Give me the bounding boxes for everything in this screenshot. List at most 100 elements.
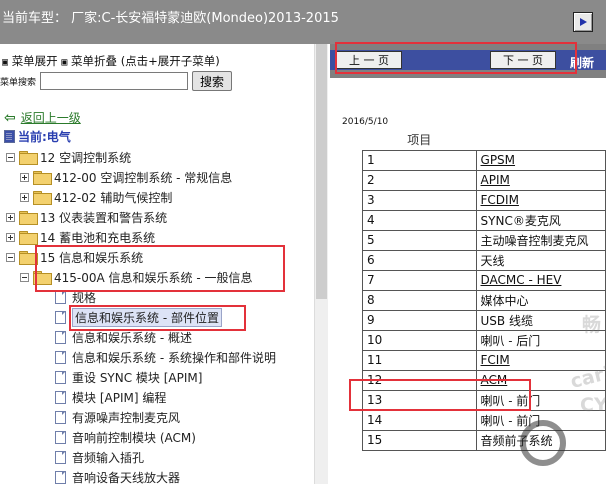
tree-item-overview[interactable]: 信息和娱乐系统 - 概述 [55,327,192,347]
next-page-button[interactable]: 下 一 页 [490,51,556,69]
folder-icon [19,231,38,245]
expand-icon[interactable] [6,232,15,242]
document-icon [55,450,66,464]
component-table: 项目 1 GPSM 2 APIM 3 FCDIM 4 SYNC®麦克风 5 主动噪音控制麦… [362,130,606,451]
search-button[interactable]: 搜索 [192,71,233,91]
table-row: 13 喇叭 - 前门 [362,389,606,411]
row-number: 11 [362,349,477,371]
document-icon [55,410,66,424]
row-number: 6 [362,249,477,271]
tree-item-antenna-amp[interactable]: 音响设备天线放大器 [55,467,180,484]
tree-item-label: 15 信息和娱乐系统 [40,250,144,265]
document-icon [55,350,66,364]
component-link[interactable]: GPSM [475,149,606,171]
table-row: 15 音频前子系统 [362,429,606,451]
menu-search-input[interactable] [40,72,189,90]
expand-icon[interactable] [20,172,29,182]
collapse-icon[interactable] [6,152,15,162]
tree-item-415-00A[interactable]: 415-00A 信息和娱乐系统 - 一般信息 [20,267,253,287]
menu-expand-link[interactable]: 菜单展开 [12,54,58,68]
folder-icon [33,171,52,185]
tree-item-reset-sync[interactable]: 重设 SYNC 模块 [APIM] [55,367,202,387]
left-pane-scrollbar[interactable] [314,44,328,484]
tree-item-anc-microphone[interactable]: 有源噪声控制麦克风 [55,407,180,427]
tree-item-label: 415-00A 信息和娱乐系统 - 一般信息 [54,270,253,285]
tree-item-label[interactable]: 重设 SYNC 模块 [APIM] [72,369,202,386]
tree-item-component-location[interactable]: 信息和娱乐系统 - 部件位置 [55,307,222,327]
tree-item-apim-programming[interactable]: 模块 [APIM] 编程 [55,387,166,407]
watermark-text: CY [580,394,606,416]
watermark-text: 畅 [582,314,602,336]
collapse-box-icon: ▣ [61,57,68,68]
scrollbar-thumb[interactable] [316,44,327,299]
left-nav-pane: ▣ 菜单展开 ▣ 菜单折叠 (点击+展开子菜单) 菜单搜索 搜索 ⇦ 返回上一级… [0,44,314,484]
component-name: SYNC®麦克风 [475,209,606,231]
tree-item-412-02[interactable]: 412-02 辅助气候控制 [20,187,172,207]
current-category: 当前:电气 [4,128,71,145]
row-number: 14 [362,409,477,431]
row-number: 4 [362,209,477,231]
tree-item-acm[interactable]: 音响前控制模块 (ACM) [55,427,196,447]
table-row: 9 USB 线缆 [362,309,606,331]
tree-item-14-battery[interactable]: 14 蓄电池和充电系统 [6,227,155,247]
refresh-link[interactable]: 刷新 [570,54,594,71]
table-row: 7 DACMC - HEV [362,269,606,291]
row-number: 12 [362,369,477,391]
table-row: 2 APIM [362,169,606,191]
tree-item-15-infotainment[interactable]: 15 信息和娱乐系统 [6,247,143,267]
watermark-logo-icon [520,420,566,466]
tree-item-label[interactable]: 音响设备天线放大器 [72,469,180,484]
component-name: 媒体中心 [475,289,606,311]
tree-item-412-00[interactable]: 412-00 空调控制系统 - 常规信息 [20,167,232,187]
back-link[interactable]: ⇦ 返回上一级 [4,109,81,126]
row-number: 5 [362,229,477,251]
tree-item-label[interactable]: 模块 [APIM] 编程 [72,389,166,406]
row-number: 9 [362,309,477,331]
tree-item-label[interactable]: 规格 [72,289,96,306]
collapse-icon[interactable] [20,272,29,282]
component-link[interactable]: APIM [475,169,606,191]
tree-item-label[interactable]: 信息和娱乐系统 - 系统操作和部件说明 [72,349,276,366]
column-header-name [476,130,605,150]
tree-item-label[interactable]: 信息和娱乐系统 - 概述 [72,329,192,346]
folder-icon [19,151,38,165]
table-row: 11 FCIM [362,349,606,371]
tree-item-specs[interactable]: 规格 [55,287,96,307]
tree-item-12-hvac[interactable]: 12 空调控制系统 [6,147,131,167]
row-number: 1 [362,149,477,171]
component-link[interactable]: DACMC - HEV [475,269,606,291]
prev-page-button[interactable]: 上 一 页 [336,51,402,69]
tree-item-label: 12 空调控制系统 [40,150,132,165]
search-label: 菜单搜索 [0,77,37,88]
document-icon [55,370,66,384]
document-icon [55,290,66,304]
tree-item-label-selected[interactable]: 信息和娱乐系统 - 部件位置 [72,307,222,327]
tree-item-label[interactable]: 有源噪声控制麦克风 [72,409,180,426]
top-header: 当前车型： 厂家:C-长安福特蒙迪欧(Mondeo)2013-2015 [0,0,606,44]
menu-collapse-link[interactable]: 菜单折叠 [71,54,117,68]
row-number: 10 [362,329,477,351]
expand-icon[interactable] [6,212,15,222]
collapse-icon[interactable] [6,252,15,262]
folder-icon [19,251,38,265]
tree-item-label[interactable]: 音响前控制模块 (ACM) [72,429,196,446]
row-number: 2 [362,169,477,191]
table-row: 14 喇叭 - 前门 [362,409,606,431]
folder-icon [33,271,52,285]
current-category-label: 当前:电气 [18,130,71,144]
table-row: 3 FCDIM [362,189,606,211]
menu-hint-text: (点击+展开子菜单) [120,54,220,68]
back-arrow-icon: ⇦ [4,109,16,126]
component-link[interactable]: FCDIM [475,189,606,211]
back-link-label[interactable]: 返回上一级 [21,109,81,126]
tree-item-audio-jack[interactable]: 音频输入插孔 [55,447,144,467]
tree-item-13-instrument[interactable]: 13 仪表装置和警告系统 [6,207,167,227]
table-row: 5 主动噪音控制麦克风 [362,229,606,251]
panel-toggle-button[interactable] [573,12,593,32]
tree-item-system-operation[interactable]: 信息和娱乐系统 - 系统操作和部件说明 [55,347,276,367]
tree-item-label[interactable]: 音频输入插孔 [72,449,144,466]
table-row: 1 GPSM [362,149,606,171]
expand-icon[interactable] [20,192,29,202]
document-icon [55,310,66,324]
table-header-row: 项目 [363,130,606,150]
